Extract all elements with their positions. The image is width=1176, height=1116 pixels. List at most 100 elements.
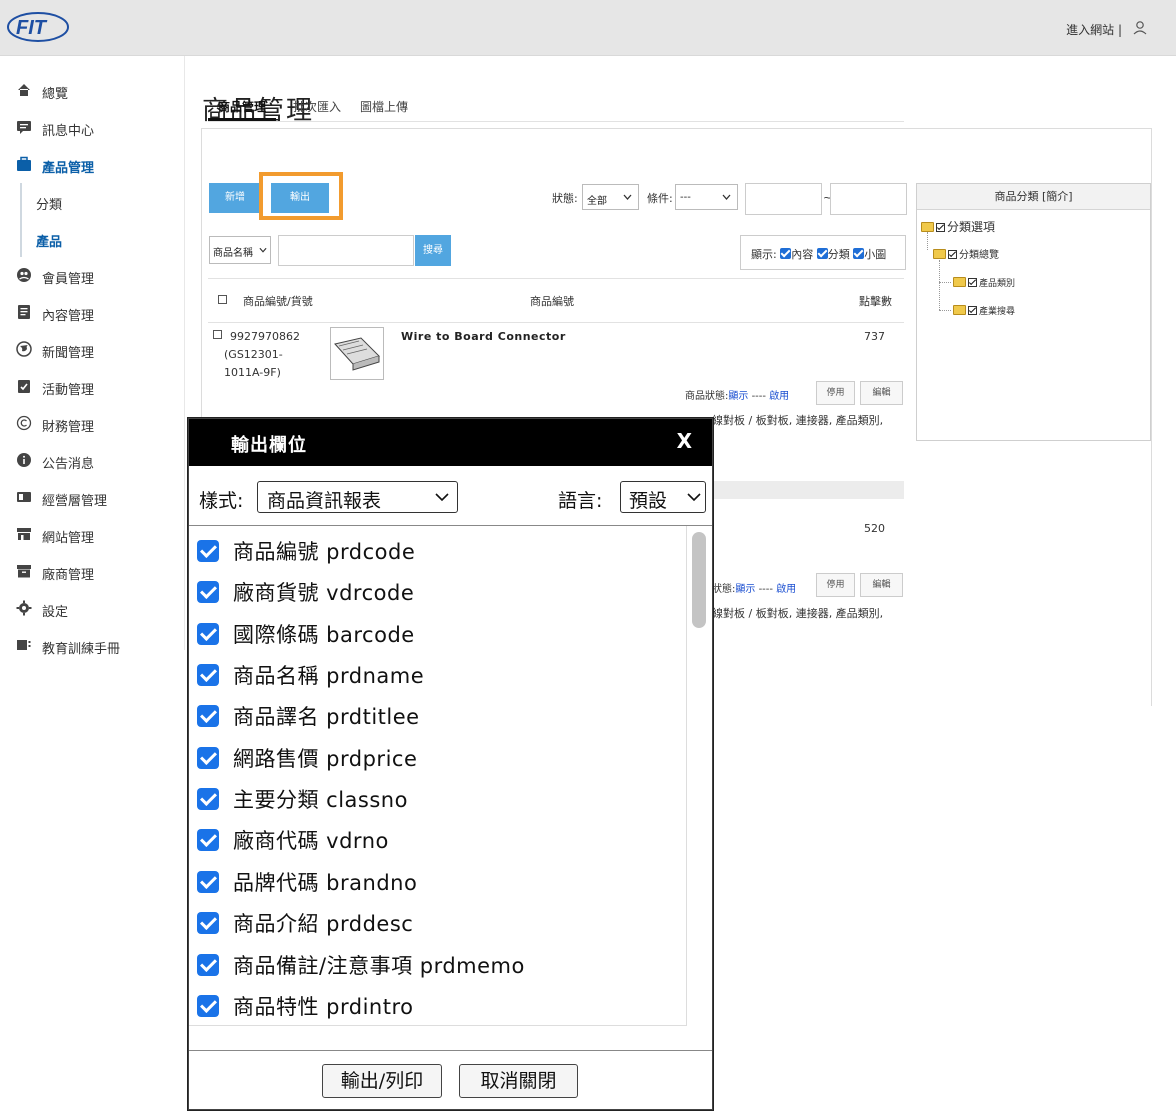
sidebar-item-messages[interactable]: 訊息中心 (0, 109, 184, 146)
message-icon (17, 121, 31, 134)
language-select[interactable]: 預設 (620, 481, 706, 513)
storefront-icon (17, 528, 31, 540)
tab-product-management[interactable]: 商品管理 (218, 98, 266, 115)
edit-button[interactable]: 編輯 (860, 573, 903, 597)
row-code-line: 9927970862 (230, 330, 300, 343)
condition-select[interactable]: --- (675, 184, 738, 210)
row-checkbox[interactable] (213, 330, 222, 339)
field-checkbox[interactable] (197, 540, 219, 562)
tree-node-root[interactable]: 分類選項 (921, 218, 995, 235)
product-name-link[interactable]: Wire to Board Connector (401, 330, 566, 343)
row-clicks: 737 (864, 330, 885, 343)
sidebar: 總覽 訊息中心 產品管理 分類 產品 會員管理 內容管理 新聞管理 活動管理 財… (0, 56, 184, 657)
status-show-link[interactable]: 顯示 (728, 391, 748, 402)
sidebar-item-label: 內容管理 (42, 309, 95, 324)
document-icon (18, 305, 30, 319)
tree-checkbox[interactable] (968, 278, 977, 287)
field-checkbox[interactable] (197, 829, 219, 851)
range-start-input[interactable] (745, 183, 822, 215)
sidebar-item-training-manual[interactable]: 教育訓練手冊 (0, 627, 184, 664)
sidebar-item-label: 教育訓練手冊 (42, 642, 121, 657)
search-field-select[interactable]: 商品名稱 (209, 236, 271, 264)
sidebar-item-overview[interactable]: 總覽 (0, 72, 184, 109)
column-header-clicks: 點擊數 (859, 295, 892, 308)
tab-image-upload[interactable]: 圖檔上傳 (360, 98, 408, 115)
edit-button[interactable]: 編輯 (860, 381, 903, 405)
sidebar-item-announcements[interactable]: 公告消息 (0, 442, 184, 479)
field-checkbox[interactable] (197, 912, 219, 934)
field-label: 廠商貨號 vdrcode (233, 581, 415, 605)
field-checkbox[interactable] (197, 995, 219, 1017)
field-checkbox[interactable] (197, 788, 219, 810)
sidebar-subitem-product[interactable]: 產品 (20, 220, 184, 257)
sidebar-item-label: 訊息中心 (42, 124, 95, 139)
tree-node-industry-search[interactable]: 產業搜尋 (953, 304, 1015, 317)
enter-site-link[interactable]: 進入網站 | (1066, 21, 1122, 38)
clipboard-check-icon (18, 380, 30, 393)
sidebar-item-label: 產品 (36, 235, 63, 250)
status-separator: ---- (758, 584, 773, 595)
sidebar-item-events[interactable]: 活動管理 (0, 368, 184, 405)
sidebar-item-finance[interactable]: 財務管理 (0, 405, 184, 442)
folder-open-icon (933, 249, 946, 259)
select-all-checkbox[interactable] (218, 295, 227, 304)
sidebar-item-settings[interactable]: 設定 (0, 590, 184, 627)
sidebar-item-news[interactable]: 新聞管理 (0, 331, 184, 368)
display-content-checkbox[interactable] (780, 248, 792, 259)
sidebar-item-products[interactable]: 產品管理 (0, 146, 184, 183)
cancel-close-button[interactable]: 取消關閉 (459, 1064, 578, 1098)
style-select[interactable]: 商品資訊報表 (257, 481, 458, 513)
archive-icon (17, 565, 31, 578)
status-enable-link[interactable]: 啟用 (776, 584, 796, 595)
disable-button[interactable]: 停用 (816, 573, 855, 597)
tree-node-product-category[interactable]: 產品類別 (953, 276, 1015, 289)
sidebar-item-vendors[interactable]: 廠商管理 (0, 553, 184, 590)
sidebar-item-label: 總覽 (42, 87, 69, 102)
manual-icon (17, 640, 31, 650)
tree-checkbox[interactable] (968, 306, 977, 315)
user-icon[interactable] (1132, 20, 1148, 40)
status-separator: ---- (751, 391, 766, 402)
export-print-button[interactable]: 輸出/列印 (322, 1064, 442, 1098)
sidebar-item-members[interactable]: 會員管理 (0, 257, 184, 294)
search-input[interactable] (278, 235, 414, 266)
sidebar-item-content[interactable]: 內容管理 (0, 294, 184, 331)
product-thumbnail[interactable] (330, 327, 384, 380)
add-button[interactable]: 新增 (209, 183, 261, 213)
status-show-link[interactable]: 顯示 (735, 584, 755, 595)
tree-checkbox[interactable] (936, 223, 945, 232)
tab-batch-import[interactable]: 批次匯入 (293, 98, 341, 115)
field-checkbox[interactable] (197, 623, 219, 645)
field-checkbox[interactable] (197, 954, 219, 976)
book-icon (17, 492, 31, 502)
field-list-scrollbar[interactable] (692, 532, 706, 628)
close-icon[interactable]: X (677, 429, 692, 453)
field-list[interactable]: 商品編號 prdcode 廠商貨號 vdrcode 國際條碼 barcode 商… (189, 526, 687, 1026)
sidebar-item-executive[interactable]: 經營層管理 (0, 479, 184, 516)
field-checkbox[interactable] (197, 581, 219, 603)
status-select[interactable]: 全部 (582, 184, 639, 210)
display-thumbnail-checkbox[interactable] (853, 248, 865, 259)
field-list-container: 商品編號 prdcode 廠商貨號 vdrcode 國際條碼 barcode 商… (189, 525, 712, 1050)
sidebar-item-label: 廠商管理 (42, 568, 95, 583)
sidebar-item-label: 設定 (42, 605, 69, 620)
disable-button[interactable]: 停用 (816, 381, 855, 405)
tree-connector (939, 282, 951, 283)
row-clicks: 520 (864, 522, 885, 535)
sidebar-item-website[interactable]: 網站管理 (0, 516, 184, 553)
style-select-value: 商品資訊報表 (267, 490, 382, 512)
search-field-select-value: 商品名稱 (213, 248, 253, 259)
field-checkbox[interactable] (197, 871, 219, 893)
display-category-checkbox[interactable] (816, 248, 828, 259)
sidebar-subitem-category[interactable]: 分類 (20, 183, 184, 220)
status-enable-link[interactable]: 啟用 (769, 391, 789, 402)
search-button[interactable]: 搜尋 (415, 235, 451, 266)
tree-node-overview[interactable]: 分類總覽 (933, 246, 999, 261)
field-checkbox[interactable] (197, 747, 219, 769)
field-checkbox[interactable] (197, 664, 219, 686)
range-end-input[interactable] (830, 183, 907, 215)
field-checkbox[interactable] (197, 705, 219, 727)
fit-logo[interactable]: FIT (6, 10, 70, 48)
tree-checkbox[interactable] (948, 250, 957, 259)
display-category-label: 分類 (827, 248, 850, 261)
